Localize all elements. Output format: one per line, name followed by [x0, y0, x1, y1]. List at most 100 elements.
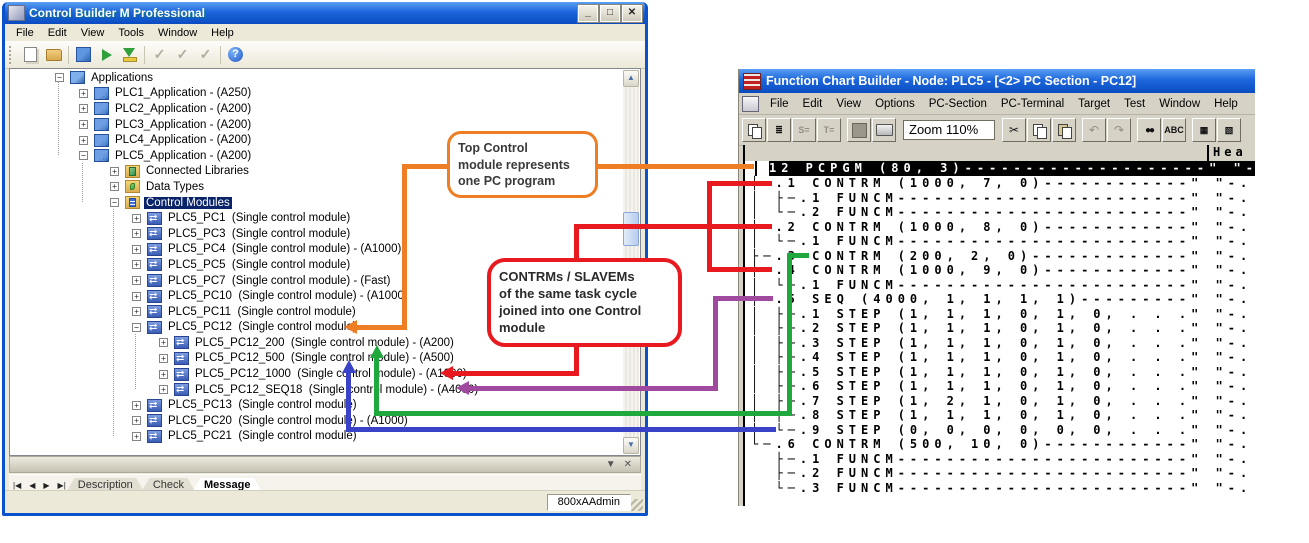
- listing-row[interactable]: ├─.4 CONTRM (1000, 9, 0)------------" "-…: [751, 263, 1255, 278]
- close-button[interactable]: ✕: [622, 5, 642, 22]
- listing-row[interactable]: │ └─.9 STEP (0, 0, 0, 0, 0, 0, . . ." "-…: [751, 423, 1255, 438]
- find-icon[interactable]: ●●: [1137, 118, 1161, 142]
- page-list-icon[interactable]: ≣: [767, 118, 791, 142]
- pane-dropdown-icon[interactable]: ▼: [606, 459, 616, 470]
- tree-expand-plus-icon[interactable]: +: [159, 354, 168, 363]
- tree-item-label[interactable]: PLC5_PC20 (Single control module) - (A10…: [166, 415, 410, 427]
- download-project-icon[interactable]: [72, 44, 95, 66]
- menu-item-pc-section[interactable]: PC-Section: [922, 97, 994, 111]
- tree-expand-plus-icon[interactable]: +: [79, 89, 88, 98]
- tree-expand-plus-icon[interactable]: +: [79, 120, 88, 129]
- tree-item-label[interactable]: PLC3_Application - (A200): [113, 119, 253, 131]
- spell-check-icon[interactable]: ABC: [1162, 118, 1186, 142]
- menu-item-help[interactable]: Help: [1207, 97, 1245, 111]
- listing-row[interactable]: │ ├─.7 STEP (1, 2, 1, 0, 1, 0, . . ." "-…: [751, 394, 1255, 409]
- print-icon[interactable]: [872, 118, 896, 142]
- tree-row[interactable]: + PLC5_PC12_500 (Single control module) -…: [11, 351, 623, 367]
- scrollbar-thumb[interactable]: [623, 212, 639, 246]
- test-check-icon-1[interactable]: ✓: [148, 44, 171, 66]
- right-titlebar[interactable]: Function Chart Builder - Node: PLC5 - [<…: [739, 69, 1255, 93]
- s-equals-button[interactable]: S=: [792, 118, 816, 142]
- listing-row[interactable]: │ └─.1 FUNCM------------------------" "-…: [751, 278, 1255, 293]
- tree-expand-plus-icon[interactable]: +: [132, 401, 141, 410]
- tree-item-label[interactable]: Control Modules: [144, 197, 232, 209]
- listing-row[interactable]: ├─.2 CONTRM (1000, 8, 0)------------" "-…: [751, 220, 1255, 235]
- scroll-up-icon[interactable]: ▲: [623, 70, 639, 87]
- tree-expand-plus-icon[interactable]: +: [132, 432, 141, 441]
- tree-item-label[interactable]: PLC2_Application - (A200): [113, 103, 253, 115]
- menu-item-help[interactable]: Help: [204, 26, 241, 40]
- grid-toggle-icon[interactable]: ▦: [1192, 118, 1216, 142]
- undo-icon[interactable]: ↶: [1082, 118, 1106, 142]
- tree-item-label[interactable]: PLC5_PC12_200 (Single control module) - …: [193, 337, 456, 349]
- tree-expand-minus-icon[interactable]: −: [132, 323, 141, 332]
- help-icon[interactable]: ?: [224, 44, 247, 66]
- tree-item-label[interactable]: PLC4_Application - (A200): [113, 134, 253, 146]
- menu-item-tools[interactable]: Tools: [111, 26, 151, 40]
- listing-row[interactable]: │ ├─.1 FUNCM------------------------" "-…: [751, 191, 1255, 206]
- menu-item-pc-terminal[interactable]: PC-Terminal: [994, 97, 1071, 111]
- tree-expand-plus-icon[interactable]: +: [110, 182, 119, 191]
- listing-row[interactable]: └─.6 CONTRM (500, 10, 0)------------" "-…: [751, 437, 1255, 452]
- listing-row[interactable]: │ └─.1 FUNCM------------------------" "-…: [751, 234, 1255, 249]
- open-icon[interactable]: [42, 44, 65, 66]
- listing-row[interactable]: │ ├─.8 STEP (1, 1, 1, 0, 1, 0, . . ." "-…: [751, 408, 1255, 423]
- toolbar-grip[interactable]: [9, 46, 15, 64]
- tree-item-label[interactable]: PLC5_PC12_500 (Single control module) - …: [193, 352, 456, 364]
- menu-item-view[interactable]: View: [829, 97, 868, 111]
- tree-item-label[interactable]: PLC5_PC1 (Single control module): [166, 212, 352, 224]
- tree-expand-plus-icon[interactable]: +: [159, 370, 168, 379]
- tree-item-label[interactable]: PLC5_PC12_1000 (Single control module) -…: [193, 368, 469, 380]
- child-window-icon[interactable]: [742, 96, 759, 112]
- listing-row[interactable]: │ ├─.1 STEP (1, 1, 1, 0, 1, 0, . . ." "-…: [751, 307, 1255, 322]
- menu-item-file[interactable]: File: [9, 26, 41, 40]
- tree-item-label[interactable]: Connected Libraries: [144, 165, 251, 177]
- tree-item-label[interactable]: PLC5_Application - (A200): [113, 150, 253, 162]
- cut-icon[interactable]: ✂: [1002, 118, 1026, 142]
- pcpgm-row[interactable]: 12 PCPGM (80, 3)--------------------" "-: [745, 161, 1255, 176]
- listing-row[interactable]: │ ├─.5 STEP (1, 1, 1, 0, 1, 0, . . ." "-…: [751, 365, 1255, 380]
- tree-expand-plus-icon[interactable]: +: [132, 260, 141, 269]
- tree-item-label[interactable]: PLC5_PC3 (Single control module): [166, 228, 352, 240]
- tree-expand-plus-icon[interactable]: +: [132, 416, 141, 425]
- menu-item-edit[interactable]: Edit: [41, 26, 74, 40]
- listing-row[interactable]: │ ├─.2 STEP (1, 1, 1, 0, 1, 0, . . ." "-…: [751, 321, 1255, 336]
- tree-expand-plus-icon[interactable]: +: [159, 385, 168, 394]
- menu-item-target[interactable]: Target: [1071, 97, 1117, 111]
- tree-item-label[interactable]: PLC5_PC10 (Single control module) - (A10…: [166, 290, 410, 302]
- tree-item-label[interactable]: PLC5_PC21 (Single control module): [166, 430, 359, 442]
- tree-item-label[interactable]: PLC5_PC12_SEQ18 (Single control module) …: [193, 384, 480, 396]
- listing-row[interactable]: │ ├─.4 STEP (1, 1, 1, 0, 1, 0, . . ." "-…: [751, 350, 1255, 365]
- listing-row[interactable]: ├─.1 FUNCM------------------------" "-.: [751, 452, 1255, 467]
- tree-expand-plus-icon[interactable]: +: [132, 292, 141, 301]
- zoom-input[interactable]: Zoom 110%: [903, 120, 995, 140]
- tree-item-label[interactable]: PLC5_PC4 (Single control module) - (A100…: [166, 243, 403, 255]
- tree-item-label[interactable]: PLC5_PC11 (Single control module): [166, 306, 358, 318]
- tree-item-label[interactable]: PLC1_Application - (A250): [113, 87, 253, 99]
- tree-expand-plus-icon[interactable]: +: [110, 167, 119, 176]
- menu-item-test[interactable]: Test: [1117, 97, 1152, 111]
- tree-row[interactable]: − Applications: [11, 70, 623, 86]
- element-select-icon[interactable]: ▧: [1217, 118, 1241, 142]
- tree-expand-plus-icon[interactable]: +: [79, 104, 88, 113]
- tree-row[interactable]: + PLC2_Application - (A200): [11, 101, 623, 117]
- tree-row[interactable]: + PLC1_Application - (A250): [11, 86, 623, 102]
- tree-expand-plus-icon[interactable]: +: [132, 307, 141, 316]
- menu-item-file[interactable]: File: [763, 97, 796, 111]
- tree-item-label[interactable]: Applications: [89, 72, 155, 84]
- left-titlebar[interactable]: Control Builder M Professional _ □ ✕: [5, 2, 645, 24]
- listing-row[interactable]: │ └─.2 FUNCM------------------------" "-…: [751, 205, 1255, 220]
- tree-expand-plus-icon[interactable]: +: [132, 245, 141, 254]
- redo-icon[interactable]: ↷: [1107, 118, 1131, 142]
- tree-expand-plus-icon[interactable]: +: [79, 136, 88, 145]
- tree-item-label[interactable]: PLC5_PC13 (Single control module): [166, 399, 359, 411]
- tree-expand-minus-icon[interactable]: −: [79, 151, 88, 160]
- open-chart-icon[interactable]: [742, 118, 766, 142]
- menu-item-options[interactable]: Options: [868, 97, 922, 111]
- paste-icon[interactable]: [1052, 118, 1076, 142]
- tree-expand-minus-icon[interactable]: −: [55, 73, 64, 82]
- menu-item-window[interactable]: Window: [1152, 97, 1207, 111]
- menu-item-window[interactable]: Window: [151, 26, 204, 40]
- save-icon[interactable]: [847, 118, 871, 142]
- tree-expand-plus-icon[interactable]: +: [132, 229, 141, 238]
